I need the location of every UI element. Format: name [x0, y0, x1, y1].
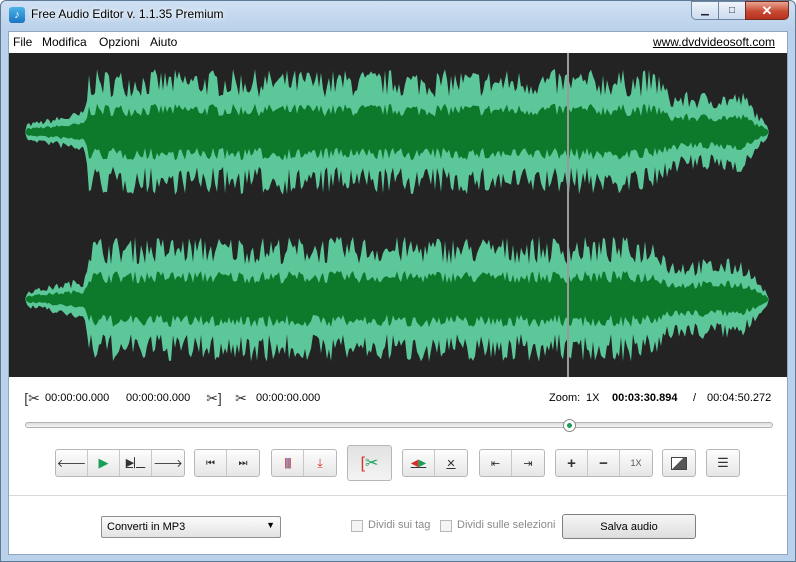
- image-button[interactable]: [663, 450, 695, 476]
- marker-down-icon: ⤓: [317, 455, 323, 470]
- step-forward-button[interactable]: 🡒: [152, 450, 184, 476]
- split-tags-checkbox[interactable]: [351, 520, 363, 532]
- go-to-selection-start-button[interactable]: ⇤: [480, 450, 512, 476]
- zoom-out-button[interactable]: −: [588, 450, 620, 476]
- waveform-view[interactable]: [9, 53, 787, 377]
- position-slider-track[interactable]: [25, 422, 773, 428]
- image-icon: [671, 456, 687, 470]
- position-slider-thumb[interactable]: [563, 419, 576, 432]
- play-to-end-icon: ▶⎸: [125, 457, 146, 469]
- settings-button[interactable]: ☰: [707, 450, 739, 476]
- split-markers-button[interactable]: |||: [272, 450, 304, 476]
- website-link[interactable]: www.dvdvideosoft.com: [653, 35, 775, 49]
- current-time: 00:03:30.894: [612, 392, 678, 404]
- zoom-value: 1X: [586, 392, 600, 404]
- menu-file[interactable]: File: [13, 35, 32, 49]
- zoom-reset-button[interactable]: 1X: [620, 450, 652, 476]
- split-markers-icon: |||: [284, 457, 291, 469]
- go-end-icon: ⇥: [523, 457, 533, 470]
- title-bar[interactable]: ♪ Free Audio Editor v. 1.1.35 Premium ▁ …: [1, 1, 795, 29]
- time-separator: /: [693, 392, 697, 404]
- zoom-label: Zoom:: [549, 392, 581, 404]
- selection-end-time: 00:00:00.000: [126, 392, 191, 404]
- cut-button[interactable]: [✂: [348, 446, 391, 480]
- cut-length-icon: ✂: [235, 390, 247, 406]
- menu-opzioni[interactable]: Opzioni: [99, 35, 140, 49]
- close-button[interactable]: ✕: [745, 1, 789, 20]
- maximize-icon: □: [728, 5, 736, 16]
- waveform-channel-right: [9, 236, 787, 362]
- arrow-left-icon: 🡐: [56, 458, 87, 470]
- minimize-button[interactable]: ▁: [691, 1, 718, 20]
- skip-toolbar: ⏮ ⏭: [194, 449, 260, 477]
- waveform-channel-left: [9, 69, 787, 195]
- selection-start-time: 00:00:00.000: [45, 392, 110, 404]
- selection-info-bar: [✂ 00:00:00.000 00:00:00.000 ✂] ✂ 00:00:…: [9, 384, 787, 414]
- play-button[interactable]: ▶: [88, 450, 120, 476]
- menu-bar: File Modifica Opzioni Aiuto www.dvdvideo…: [9, 32, 787, 52]
- save-audio-button[interactable]: Salva audio: [562, 514, 696, 539]
- step-back-button[interactable]: 🡐: [56, 450, 88, 476]
- go-to-selection-end-button[interactable]: ⇥: [512, 450, 544, 476]
- minimize-icon: ▁: [701, 5, 709, 16]
- trim-button[interactable]: ◀▶: [403, 450, 435, 476]
- format-select[interactable]: Converti in MP3 ▼: [101, 516, 281, 538]
- menu-modifica[interactable]: Modifica: [42, 35, 87, 49]
- play-to-end-button[interactable]: ▶⎸: [120, 450, 152, 476]
- skip-start-button[interactable]: ⏮: [195, 450, 227, 476]
- app-window: ♪ Free Audio Editor v. 1.1.35 Premium ▁ …: [0, 0, 796, 562]
- playback-toolbar: 🡐 ▶ ▶⎸ 🡒: [55, 449, 185, 477]
- menu-aiuto[interactable]: Aiuto: [150, 35, 177, 49]
- arrow-right-icon: 🡒: [153, 458, 183, 470]
- cut-length-time: 00:00:00.000: [256, 392, 321, 404]
- zoom-toolbar: + − 1X: [555, 449, 653, 477]
- playhead[interactable]: [567, 53, 569, 377]
- delete-selection-button[interactable]: ✕: [435, 450, 467, 476]
- split-selection-checkbox[interactable]: [440, 520, 452, 532]
- window-title: Free Audio Editor v. 1.1.35 Premium: [31, 7, 224, 21]
- selection-nav-toolbar: ⇤ ⇥: [479, 449, 545, 477]
- plus-icon: +: [567, 454, 576, 472]
- dropdown-arrow-icon: ▼: [266, 520, 275, 530]
- add-marker-button[interactable]: ⤓: [304, 450, 336, 476]
- window-controls: ▁ □ ✕: [691, 1, 789, 20]
- waveform-svg: [9, 69, 787, 362]
- maximize-button[interactable]: □: [718, 1, 745, 20]
- skip-end-button[interactable]: ⏭: [227, 450, 259, 476]
- image-toolbar: [662, 449, 696, 477]
- split-tags-label: Dividi sui tag: [368, 519, 431, 531]
- client-area: File Modifica Opzioni Aiuto www.dvdvideo…: [8, 31, 788, 555]
- format-select-value: Converti in MP3: [107, 521, 186, 533]
- delete-icon: ✕: [446, 457, 456, 470]
- output-panel: Converti in MP3 ▼ Dividi sui tag Dividi …: [9, 495, 787, 556]
- go-start-icon: ⇤: [490, 457, 501, 470]
- edit-toolbar: ◀▶ ✕: [402, 449, 468, 477]
- sliders-icon: ☰: [717, 455, 729, 470]
- skip-forward-icon: ⏭: [238, 457, 248, 469]
- selection-start-icon[interactable]: [✂: [23, 389, 41, 407]
- zoom-in-button[interactable]: +: [556, 450, 588, 476]
- trim-icon: ◀▶: [410, 457, 427, 469]
- split-selection-label: Dividi sulle selezioni: [457, 519, 556, 531]
- cut-toolbar: [✂: [347, 445, 392, 481]
- play-icon: ▶: [98, 455, 109, 470]
- settings-toolbar: ☰: [706, 449, 740, 477]
- selection-end-icon[interactable]: ✂]: [205, 389, 223, 407]
- music-note-icon: ♪: [9, 7, 25, 23]
- close-icon: ✕: [761, 2, 773, 18]
- skip-back-icon: ⏮: [206, 457, 215, 469]
- total-time: 00:04:50.272: [707, 392, 772, 404]
- scissors-icon: [✂: [360, 455, 379, 472]
- minus-icon: −: [599, 454, 608, 472]
- marker-toolbar: ||| ⤓: [271, 449, 337, 477]
